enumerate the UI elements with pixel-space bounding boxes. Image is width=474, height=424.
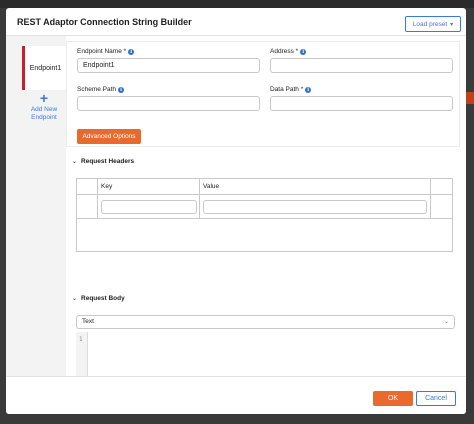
request-body-toggle[interactable]: ⌄ Request Body	[72, 295, 125, 302]
line-number-gutter: 1	[76, 332, 88, 376]
scheme-path-input[interactable]	[77, 96, 260, 111]
column-header-value: Value	[203, 183, 220, 190]
data-path-label: Data Path * i	[270, 86, 312, 93]
background-accent	[466, 92, 474, 104]
body-type-value: Text	[82, 318, 94, 325]
info-icon[interactable]: i	[128, 48, 135, 55]
chevron-down-icon: ⌄	[72, 159, 78, 165]
endpoint-form: Endpoint Name * i Endpoint1 Address * i …	[66, 41, 460, 147]
body-type-select[interactable]: Text ⌄	[76, 315, 455, 329]
chevron-down-icon: ▾	[450, 21, 454, 28]
advanced-options-button[interactable]: Advanced Options	[77, 129, 141, 144]
add-endpoint-label-line2: Endpoint	[31, 114, 57, 121]
request-body-label: Request Body	[81, 295, 125, 302]
load-preset-button[interactable]: Load preset ▾	[405, 16, 461, 32]
column-divider	[97, 179, 98, 218]
chevron-down-icon: ⌄	[72, 296, 78, 302]
header-value-input[interactable]	[203, 200, 427, 214]
info-icon[interactable]: i	[118, 86, 125, 93]
request-headers-table: Key Value	[76, 178, 453, 252]
scheme-path-label-text: Scheme Path	[77, 86, 117, 93]
plus-icon: +	[39, 90, 49, 106]
endpoint-name-label-text: Endpoint Name *	[77, 48, 127, 55]
request-headers-toggle[interactable]: ⌄ Request Headers	[72, 158, 134, 165]
request-body-editor[interactable]: 1	[76, 332, 455, 376]
column-divider	[430, 179, 431, 218]
cancel-button[interactable]: Cancel	[416, 391, 456, 406]
info-icon[interactable]: i	[300, 48, 307, 55]
header-key-input[interactable]	[101, 200, 197, 214]
sidebar-item-endpoint1[interactable]: Endpoint1	[22, 46, 66, 90]
address-label: Address * i	[270, 48, 307, 55]
dialog-title: REST Adaptor Connection String Builder	[17, 17, 192, 27]
endpoint-name-label: Endpoint Name * i	[77, 48, 135, 55]
endpoint-sidebar: Endpoint1 + Add New Endpoint	[6, 36, 66, 376]
table-header-row: Key Value	[77, 179, 452, 195]
ok-button[interactable]: OK	[373, 391, 413, 406]
info-icon[interactable]: i	[305, 86, 312, 93]
column-divider	[199, 179, 200, 218]
chevron-down-icon: ⌄	[443, 319, 449, 325]
endpoint-tab-label: Endpoint1	[29, 64, 62, 72]
line-number: 1	[79, 336, 83, 343]
request-headers-label: Request Headers	[81, 158, 135, 165]
endpoint-name-input[interactable]: Endpoint1	[77, 58, 260, 73]
column-header-key: Key	[101, 183, 113, 190]
address-input[interactable]	[270, 58, 453, 73]
background-app-bar	[0, 0, 474, 8]
data-path-input[interactable]	[270, 96, 453, 111]
scheme-path-label: Scheme Path i	[77, 86, 125, 93]
address-label-text: Address *	[270, 48, 299, 55]
add-endpoint-label-line1: Add New	[30, 106, 58, 113]
load-preset-label: Load preset	[412, 20, 448, 28]
connection-builder-dialog: REST Adaptor Connection String Builder L…	[6, 8, 466, 414]
data-path-label-text: Data Path *	[270, 86, 304, 93]
dialog-footer: OK Cancel	[6, 376, 466, 414]
row-divider	[77, 218, 452, 219]
add-new-endpoint-button[interactable]: + Add New Endpoint	[22, 90, 66, 122]
dialog-header: REST Adaptor Connection String Builder L…	[6, 8, 466, 36]
